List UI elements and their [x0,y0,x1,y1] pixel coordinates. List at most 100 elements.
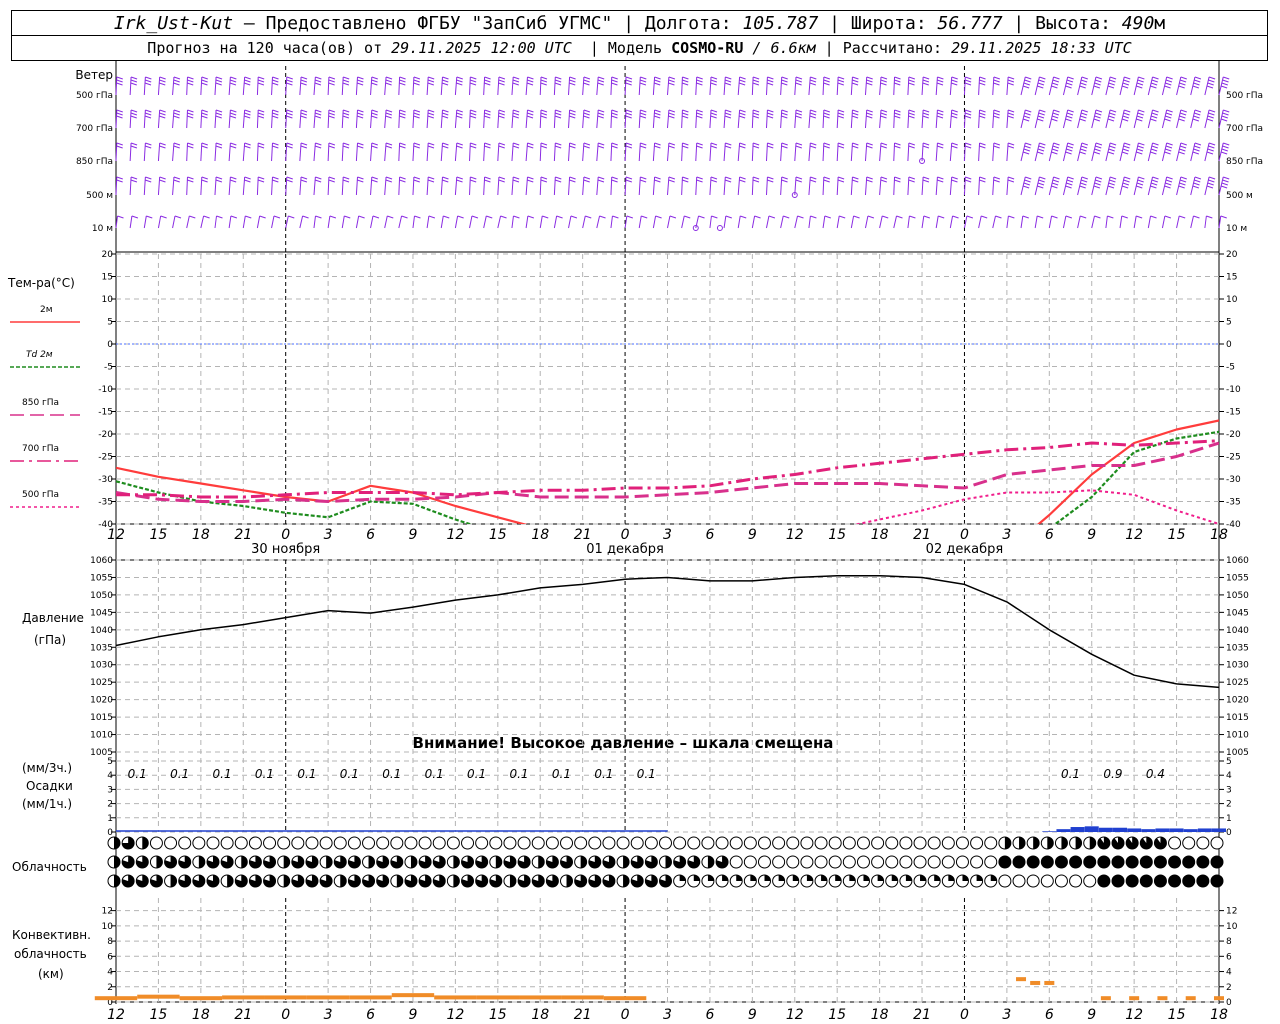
wind-barb-feather [1222,79,1229,83]
cloud-symbol [856,855,870,869]
wind-barb-feather [116,179,123,183]
wind-barb-feather [611,115,618,119]
wind-barb-feather [258,176,265,180]
wind-barb-feather [1179,148,1186,152]
conv-bar [476,995,520,1000]
cloud-fill [495,856,502,868]
wind-barb-feather [512,112,520,116]
wind-barb-feather [951,112,958,116]
wind-barb-feather [145,109,152,113]
wind-barb [638,109,641,129]
wind-barb-feather [1108,82,1115,86]
cloud-fill [665,856,672,868]
wind-barb-feather [357,179,364,183]
wind-barb [780,215,784,229]
y-tick-label-left: 1 [107,814,113,824]
wind-barb-feather [951,79,958,83]
wind-barb-feather [1122,115,1129,119]
cloud-fill [1196,856,1209,868]
wind-barb [794,142,797,162]
wind-barb-feather [1166,76,1173,80]
wind-barb-feather [767,109,774,113]
wind-barb-feather [484,179,491,183]
wind-barb-feather [824,215,831,219]
wind-barb [525,76,528,96]
x-tick-label: 18 [1210,527,1228,543]
wind-barb-feather [314,82,322,86]
wind-barb-feather [1107,118,1115,122]
wind-barb-feather [1051,215,1058,219]
wind-barb-feather [173,142,181,146]
wind-barb [426,109,429,129]
wind-barb [355,176,358,196]
wind-barb-feather [1206,185,1214,189]
y-tick-label-left: 0 [107,828,113,838]
wind-barb-feather [343,142,350,146]
cloud-symbol [616,836,630,850]
wind-barb-feather [498,142,506,146]
wind-barb-feather [809,145,817,149]
cloud-symbol [786,836,800,850]
wind-barb-feather [300,76,308,80]
wind-barb-feather [1208,179,1215,183]
wind-barb-feather [739,179,746,183]
wind-barb-feather [116,115,123,119]
wind-barb-feather [795,112,802,116]
conv-bar [561,995,604,1000]
x-tick-label-bottom: 9 [748,1007,757,1023]
wind-barb [568,142,571,162]
wind-barb-feather [1080,79,1088,83]
wind-barb-feather [554,115,562,119]
wind-barb-feather [189,215,196,219]
wind-barb-feather [710,115,717,119]
cloud-symbol [856,836,870,850]
wind-barb [497,176,500,196]
cloud-symbol [757,836,771,850]
wind-barb-feather [696,142,703,146]
wind-level-label-right: 10 м [1226,224,1247,234]
wind-barb-feather [682,115,689,119]
wind-barb [1048,215,1053,229]
wind-barb-feather [725,176,732,180]
wind-barb-feather [1151,79,1158,83]
wind-barb-feather [625,176,633,180]
wind-barb-feather [1081,142,1088,146]
wind-barb-feather [328,76,336,80]
x-tick-label-bottom: 18 [531,1007,549,1023]
wind-barb-feather [654,179,661,183]
wind-barb-feather [922,79,930,83]
wind-barb [822,176,825,196]
wind-barb-feather [272,109,279,113]
cloud-fill [1075,837,1082,849]
wind-barb-feather [130,179,138,183]
wind-barb-feather [527,109,534,113]
wind-barb-feather [1065,118,1072,122]
x-tick-label: 3 [663,527,672,543]
wind-barb-feather [215,115,222,119]
cloud-symbol [927,855,941,869]
wind-barb-feather [979,112,986,116]
wind-barb [1147,215,1152,229]
x-tick-label-bottom: 15 [828,1007,846,1023]
wind-barb-feather [1123,179,1130,183]
wind-barb [483,176,486,196]
wind-barb-feather [851,82,859,86]
wind-barb [864,142,868,162]
wind-barb-feather [371,82,378,86]
wind-barb-feather [1220,85,1228,89]
wind-barb-feather [1178,151,1185,155]
wind-barb [157,176,161,196]
wind-barb-feather [654,145,661,149]
wind-barb [681,215,685,229]
precip-period-value: 0.1 [382,767,401,781]
wind-barb-feather [1220,215,1227,219]
wind-barb [129,215,133,229]
wind-barb-feather [117,215,124,219]
wind-barb-feather [964,82,972,86]
wind-barb-feather [1067,109,1074,113]
cloud-symbol [489,836,503,850]
wind-barb-feather [1165,179,1173,183]
wind-barb [723,176,726,196]
y-tick-label-right: 3 [1226,785,1232,795]
wind-barb-feather [682,145,689,149]
